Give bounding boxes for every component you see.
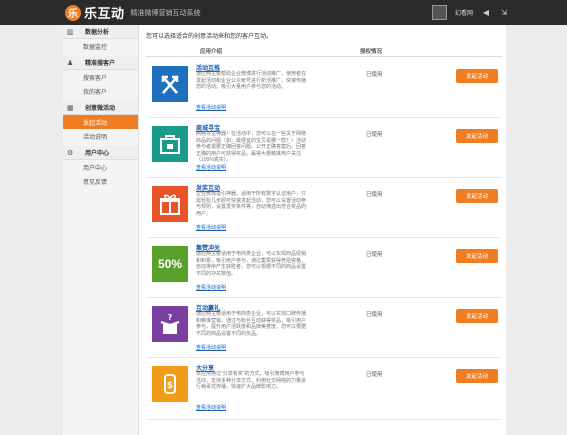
volume-icon[interactable]: ◀: [481, 8, 491, 18]
activity-guide-link[interactable]: 查看活动说明: [196, 284, 226, 291]
sidebar-section-label: 用户中心: [85, 151, 110, 157]
table-row: $ 大分享 本应用通过"分享有奖"的方式，吸引微博用户参与活动，支持多种分享方式…: [146, 358, 502, 420]
status-text: 已使用: [366, 132, 383, 138]
logo-mark: 乐: [65, 4, 81, 21]
avatar[interactable]: [431, 5, 447, 20]
launch-activity-button[interactable]: 发起活动: [456, 129, 498, 143]
sidebar-section-customers[interactable]: ♟ 精准搜客户: [63, 56, 138, 70]
top-right-controls: 幻看网 ◀ ⇲: [431, 5, 509, 20]
user-icon: ♟: [67, 59, 74, 67]
column-header-intro: 应用介绍: [200, 49, 223, 55]
activity-description: 本应用通过"分享有奖"的方式，吸引微博用户参与活动，支持多种分享方式，利用社交网…: [196, 371, 307, 390]
status-text: 已使用: [366, 72, 383, 78]
status-text: 已使用: [366, 192, 383, 198]
activity-description: 适应网主要帮助企业微博进行活动推广，使用者在发起活动和企业公众帐号进行新活推广，…: [196, 71, 307, 90]
table-row: 商城寻宝 网络寻宝神器！在活动中，您可以在一些关于网络商品的问题（如：最便宜的宝…: [146, 118, 502, 178]
main-content: 您可以选择适合的创意活动来和您的客户互动。 应用介绍 授权情况 活动互推 适应网…: [143, 25, 503, 435]
table-row: 发奖互动 企业微博指引神器，适用于所有数字认证用户，只需轻松几步即可快速发起活动…: [146, 178, 502, 238]
status-text: 已使用: [366, 312, 383, 318]
shop-icon: [152, 126, 188, 162]
sidebar-section-user[interactable]: ⚙ 用户中心: [63, 146, 138, 160]
sidebar-item-search-customers[interactable]: 搜索客户: [63, 70, 138, 84]
table-header: 应用介绍 授权情况: [146, 44, 502, 57]
sidebar-section-label: 数据分析: [85, 30, 110, 36]
launch-activity-button[interactable]: 发起活动: [456, 189, 498, 203]
open-box-icon: ?: [152, 306, 188, 342]
sidebar-section-label: 精准搜客户: [85, 61, 116, 67]
sidebar-section-activities[interactable]: ▦ 创意微活动: [63, 101, 138, 115]
sidebar-item-feedback[interactable]: 意见反馈: [63, 174, 138, 188]
activity-description: 适应网主要适用于电商类企业，可以实现口碑传播和精准营销，通过与粉丝互动获得奖品，…: [196, 311, 307, 337]
user-name[interactable]: 幻看网: [455, 8, 473, 17]
launch-activity-button[interactable]: 发起活动: [456, 369, 498, 383]
activity-guide-link[interactable]: 查看活动说明: [196, 104, 226, 111]
activity-guide-link[interactable]: 查看活动说明: [196, 344, 226, 351]
logo-text: 乐互动: [84, 6, 125, 21]
content-container: ▥ 数据分析 数据监控 ♟ 精准搜客户 搜索客户 我的客户 ▦ 创意微活动 发起活动 …: [63, 25, 506, 435]
activity-description: 网络寻宝神器！在活动中，您可以在一些关于网络商品的问题（如：最便宜的宝贝是哪一款…: [196, 131, 307, 163]
activity-guide-link[interactable]: 查看活动说明: [196, 224, 226, 231]
sidebar: ▥ 数据分析 数据监控 ♟ 精准搜客户 搜索客户 我的客户 ▦ 创意微活动 发起活动 …: [63, 25, 139, 435]
swap-arrows-icon: [152, 66, 188, 102]
table-row: 50% 集赞冲关 适应网主要适用于电商类企业，可以实现商品促销和积累，吸引用户参…: [146, 238, 502, 298]
status-text: 已使用: [366, 372, 383, 378]
sidebar-item-monitor[interactable]: 数据监控: [63, 39, 138, 53]
bar-chart-icon: ▥: [67, 28, 74, 36]
launch-activity-button[interactable]: 发起活动: [456, 69, 498, 83]
logo[interactable]: 乐 乐互动 精准微博营销互动系统: [65, 3, 201, 22]
activity-guide-link[interactable]: 查看活动说明: [196, 404, 226, 411]
activity-guide-link[interactable]: 查看活动说明: [196, 164, 226, 171]
status-text: 已使用: [366, 252, 383, 258]
launch-activity-button[interactable]: 发起活动: [456, 309, 498, 323]
activity-description: 企业微博指引神器，适用于所有数字认证用户，只需轻松几步即可快速发起活动，您可以设…: [196, 191, 307, 217]
top-bar: 乐 乐互动 精准微博营销互动系统 幻看网 ◀ ⇲: [0, 0, 567, 25]
logout-icon[interactable]: ⇲: [499, 8, 509, 18]
sidebar-section-label: 创意微活动: [85, 106, 116, 112]
sidebar-section-data[interactable]: ▥ 数据分析: [63, 25, 138, 39]
gift-icon: [152, 186, 188, 222]
launch-activity-button[interactable]: 发起活动: [456, 249, 498, 263]
logo-subtitle: 精准微博营销互动系统: [130, 9, 201, 17]
svg-text:?: ?: [168, 313, 173, 322]
share-icon: $: [152, 366, 188, 402]
intro-text: 您可以选择适合的创意活动来和您的客户互动。: [146, 34, 273, 40]
sidebar-item-user-center[interactable]: 用户中心: [63, 160, 138, 174]
activity-description: 适应网主要适用于电商类企业，可以实现商品促销和积累，吸引用户参与，通过集赞获得竞…: [196, 251, 307, 277]
grid-icon: ▦: [67, 104, 74, 112]
table-row: 活动互推 适应网主要帮助企业微博进行活动推广，使用者在发起活动和企业公众帐号进行…: [146, 58, 502, 118]
svg-text:$: $: [167, 381, 173, 391]
column-header-auth: 授权情况: [360, 49, 383, 55]
percent-icon: 50%: [152, 246, 188, 282]
sidebar-item-launch-activity[interactable]: 发起活动: [63, 115, 138, 129]
gear-icon: ⚙: [67, 149, 74, 157]
table-row: ? 互动赢礼 适应网主要适用于电商类企业，可以实现口碑传播和精准营销，通过与粉丝…: [146, 298, 502, 358]
sidebar-item-activity-guide[interactable]: 活动说明: [63, 129, 138, 143]
sidebar-item-my-customers[interactable]: 我的客户: [63, 84, 138, 98]
